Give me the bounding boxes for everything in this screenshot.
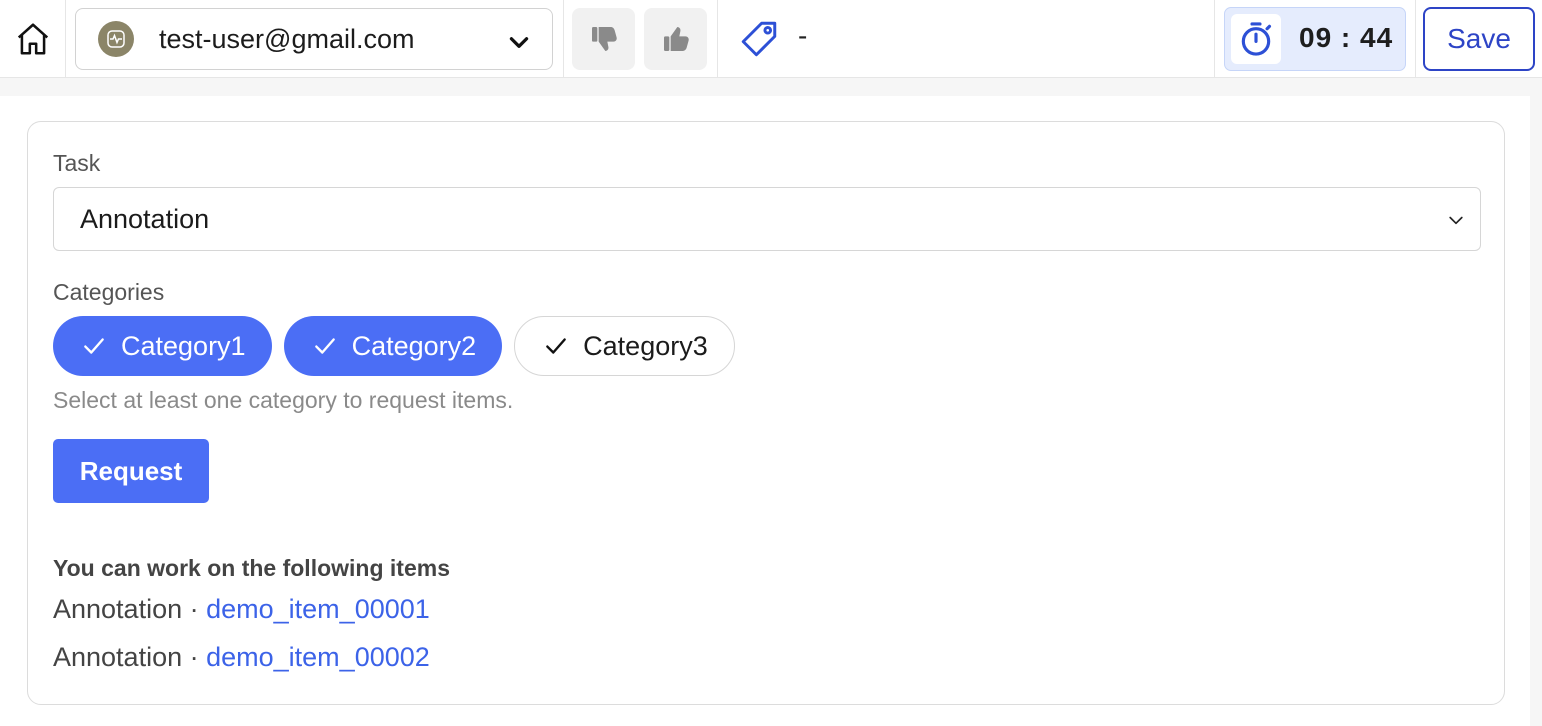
tag-section: - — [718, 0, 1214, 78]
category-chip-1[interactable]: Category1 — [53, 316, 272, 376]
category-chip-label: Category2 — [351, 330, 477, 361]
category-chip-label: Category3 — [583, 330, 708, 361]
chevron-down-icon — [509, 37, 529, 48]
thumbs-up-icon — [663, 27, 689, 51]
items-title: You can work on the following items — [53, 555, 450, 581]
item-task: Annotation — [53, 594, 183, 624]
category-hint: Select at least one category to request … — [53, 387, 514, 413]
activity-icon — [107, 30, 125, 48]
item-task: Annotation — [53, 642, 183, 672]
item-link[interactable]: demo_item_00001 — [206, 594, 430, 624]
save-button[interactable]: Save — [1423, 7, 1535, 71]
task-select[interactable]: Annotation — [53, 187, 1481, 251]
top-bar: test-user@gmail.com - 09: 44 Save — [0, 0, 1542, 78]
save-section: Save — [1416, 0, 1542, 78]
stopwatch-icon — [1241, 22, 1272, 56]
thumbs-up-button[interactable] — [644, 8, 707, 70]
feedback-section — [564, 0, 718, 78]
item-separator: · — [182, 594, 207, 624]
category-chip-2[interactable]: Category2 — [283, 316, 503, 376]
list-item: Annotation · demo_item_00002 — [53, 642, 430, 673]
user-selector-section: test-user@gmail.com — [66, 0, 564, 78]
thumbs-down-button[interactable] — [572, 8, 635, 70]
category-chip-label: Category1 — [121, 330, 246, 361]
timer: 09 : 44 — [1224, 7, 1406, 71]
task-select-value: Annotation — [80, 203, 210, 234]
categories-label: Categories — [53, 279, 165, 305]
check-icon — [312, 333, 338, 359]
timer-value: 09 : 44 — [1299, 22, 1394, 53]
avatar — [98, 21, 134, 57]
user-select[interactable]: test-user@gmail.com — [75, 8, 553, 70]
task-label: Task — [53, 150, 101, 176]
category-chips: Category1 Category2 Category3 — [53, 316, 735, 376]
timer-section: 09 : 44 — [1214, 0, 1416, 78]
request-button[interactable]: Request — [53, 439, 209, 503]
thumbs-down-icon — [591, 27, 617, 51]
tag-icon[interactable] — [738, 18, 780, 60]
check-icon — [543, 333, 569, 359]
timer-icon-box — [1231, 14, 1281, 64]
home-button[interactable] — [0, 0, 66, 78]
user-email: test-user@gmail.com — [159, 23, 415, 54]
list-item: Annotation · demo_item_00001 — [53, 594, 430, 625]
tag-value: - — [798, 20, 808, 51]
item-link[interactable]: demo_item_00002 — [206, 642, 430, 672]
home-icon — [17, 23, 48, 55]
item-separator: · — [182, 642, 207, 672]
task-card: Task Annotation Categories Category1 Cat… — [27, 121, 1505, 705]
chevron-down-icon — [1449, 216, 1463, 225]
check-icon — [81, 333, 107, 359]
category-chip-3[interactable]: Category3 — [514, 316, 735, 376]
